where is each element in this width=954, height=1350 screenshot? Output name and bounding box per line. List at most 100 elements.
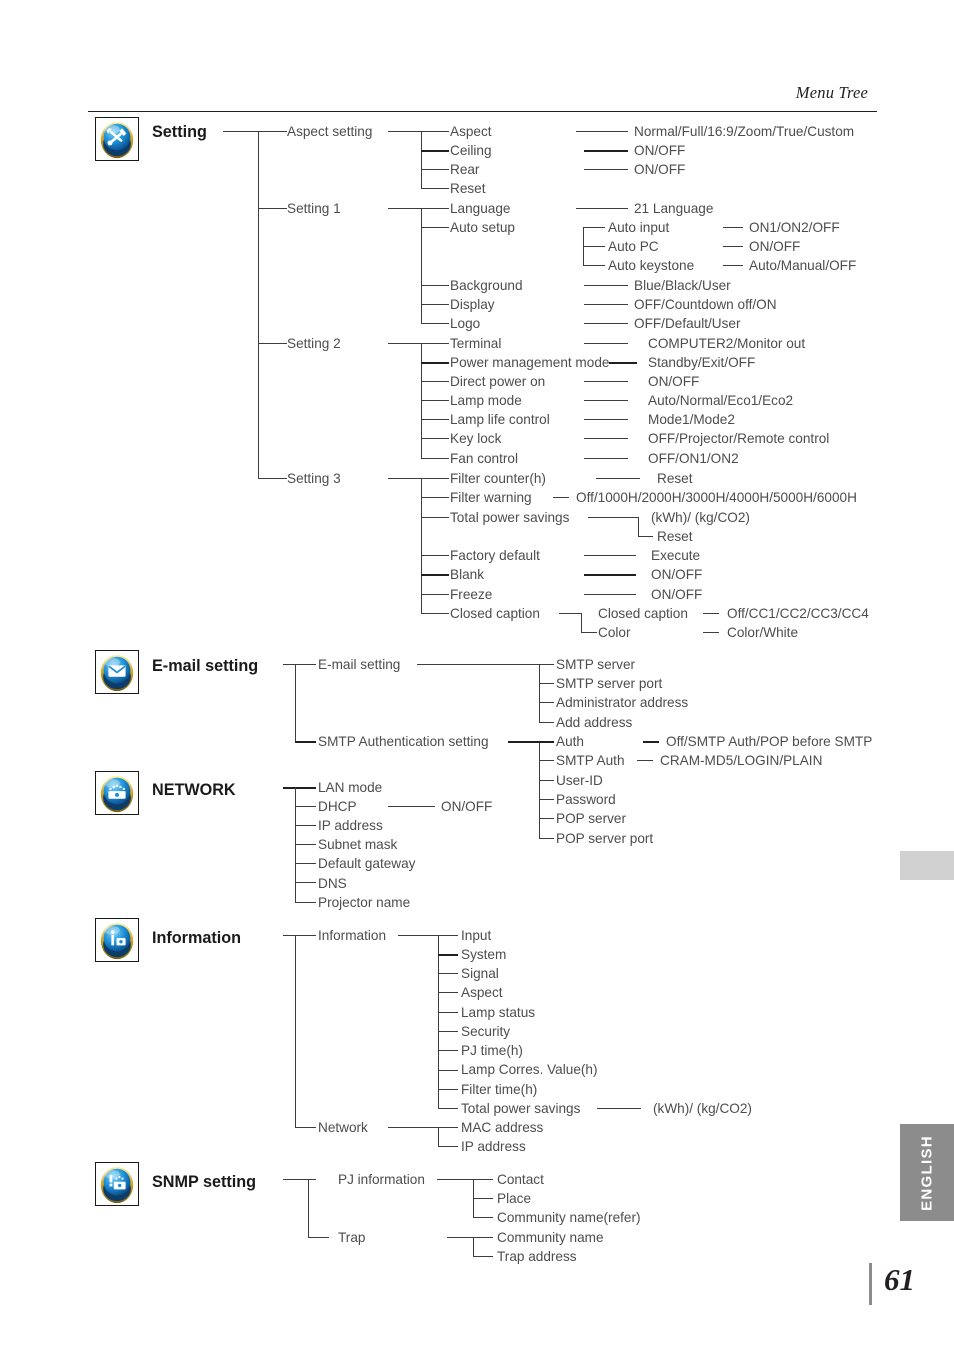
tools-icon xyxy=(95,117,139,161)
item-label: POP server port xyxy=(556,831,654,846)
connector xyxy=(584,594,636,595)
item-label: Reset xyxy=(450,181,486,196)
connector xyxy=(388,343,421,344)
connector xyxy=(388,208,421,209)
connector xyxy=(421,323,449,324)
item-values: ON/OFF xyxy=(634,162,686,177)
item-label: PJ time(h) xyxy=(461,1043,523,1058)
connector xyxy=(508,741,539,743)
connector xyxy=(421,227,449,228)
connector xyxy=(581,632,597,633)
connector xyxy=(421,400,449,401)
connector xyxy=(421,478,449,479)
connector xyxy=(438,1050,458,1051)
item-label: Auto keystone xyxy=(608,258,695,273)
connector xyxy=(539,741,554,743)
connector xyxy=(421,208,422,324)
connector xyxy=(584,400,628,401)
group-information: Information xyxy=(318,928,387,943)
connector xyxy=(438,935,458,936)
group-network: Network xyxy=(318,1120,368,1135)
item-values: OFF/ON1/ON2 xyxy=(648,451,739,466)
item-values: Auto/Manual/OFF xyxy=(749,258,857,273)
connector xyxy=(539,722,554,723)
item-label: Auto input xyxy=(608,220,670,235)
connector xyxy=(539,838,554,839)
snmp-icon xyxy=(95,1162,139,1206)
connector xyxy=(588,517,638,518)
connector xyxy=(295,825,316,826)
item-label: DNS xyxy=(318,876,347,891)
connector xyxy=(421,555,449,556)
connector xyxy=(308,1237,329,1238)
section-title-snmp-setting: SNMP setting xyxy=(152,1173,257,1191)
item-values: ON/OFF xyxy=(441,799,493,814)
connector xyxy=(438,935,439,1109)
group-setting-1: Setting 1 xyxy=(287,201,341,216)
item-label: Key lock xyxy=(450,431,502,446)
item-values: OFF/Projector/Remote control xyxy=(648,431,830,446)
connector xyxy=(583,227,605,228)
group-email-setting: E-mail setting xyxy=(318,657,401,672)
item-values: Auto/Normal/Eco1/Eco2 xyxy=(648,393,794,408)
connector xyxy=(421,208,449,209)
connector xyxy=(723,246,743,247)
group-trap: Trap xyxy=(338,1230,366,1245)
section-title-email-setting: E-mail setting xyxy=(152,657,259,675)
connector xyxy=(584,285,628,286)
connector xyxy=(723,265,743,266)
connector xyxy=(398,935,438,936)
item-label: Lamp status xyxy=(461,1005,536,1020)
item-label: Display xyxy=(450,297,495,312)
connector xyxy=(295,882,316,883)
item-values: Off/CC1/CC2/CC3/CC4 xyxy=(727,606,869,621)
item-label: Lamp life control xyxy=(450,412,550,427)
item-label: Background xyxy=(450,278,523,293)
side-tab-english-label: ENGLISH xyxy=(918,1134,935,1211)
connector xyxy=(596,478,640,479)
item-values: ON/OFF xyxy=(651,567,703,582)
connector xyxy=(539,780,554,781)
connector xyxy=(583,246,605,247)
item-label: Filter time(h) xyxy=(461,1082,538,1097)
item-values: OFF/Default/User xyxy=(634,316,741,331)
connector xyxy=(584,419,628,420)
connector xyxy=(421,613,449,614)
connector xyxy=(421,150,449,152)
item-values: (kWh)/ (kg/CO2) xyxy=(653,1101,752,1116)
item-label: Rear xyxy=(450,162,480,177)
item-label: Filter counter(h) xyxy=(450,471,546,486)
connector xyxy=(258,131,259,479)
item-label: Lamp mode xyxy=(450,393,522,408)
connector xyxy=(438,1146,458,1147)
group-setting-2: Setting 2 xyxy=(287,336,341,351)
connector xyxy=(438,1012,458,1013)
group-pj-information: PJ information xyxy=(338,1172,425,1187)
connector xyxy=(421,517,449,518)
connector xyxy=(539,683,554,684)
item-label: Community name(refer) xyxy=(497,1210,641,1225)
item-label: Language xyxy=(450,201,511,216)
connector xyxy=(539,664,554,665)
item-values: COMPUTER2/Monitor out xyxy=(648,336,806,351)
item-label: Community name xyxy=(497,1230,604,1245)
item-label: Auto setup xyxy=(450,220,515,235)
connector xyxy=(295,935,296,1127)
connector xyxy=(473,1256,493,1257)
item-label: Subnet mask xyxy=(318,837,398,852)
item-label: Place xyxy=(497,1191,532,1206)
item-label: Closed caption xyxy=(598,606,688,621)
item-values: ON/OFF xyxy=(648,374,700,389)
item-values: Off/SMTP Auth/POP before SMTP xyxy=(666,734,873,749)
item-label: Aspect xyxy=(450,124,492,139)
connector xyxy=(295,806,316,807)
connector xyxy=(388,131,421,132)
item-values: Normal/Full/16:9/Zoom/True/Custom xyxy=(634,124,855,139)
connector xyxy=(583,265,605,266)
item-label: User-ID xyxy=(556,773,603,788)
item-label: Default gateway xyxy=(318,856,416,871)
connector xyxy=(388,1127,438,1128)
page-number-rule xyxy=(869,1263,872,1305)
connector xyxy=(438,973,458,974)
item-label: Logo xyxy=(450,316,481,331)
